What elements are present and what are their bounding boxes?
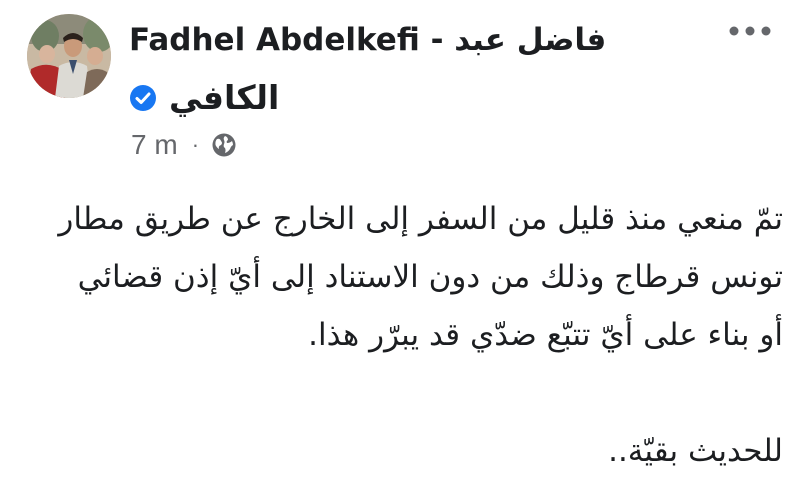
more-options-button[interactable] [722,18,778,44]
more-options-icon [729,26,771,36]
post-text-closing: للحديث بقيّة.. [608,433,783,469]
post-body: تمّ منعي منذ قليل من السفر إلى الخارج عن… [3,190,783,480]
author-name-continued[interactable]: الكافي [169,78,279,118]
post-meta: 7 m · [131,128,237,162]
post-timestamp[interactable]: 7 m [131,129,178,161]
post-text-line-3: أو بناء على أيّ تتبّع ضدّي قد يبرّر هذا. [308,317,783,353]
meta-separator: · [191,132,200,157]
author-avatar[interactable] [27,14,111,98]
post-text-line-1: تمّ منعي منذ قليل من السفر إلى الخارج عن… [58,201,783,237]
profile-photo-icon [27,14,111,98]
verified-badge-icon [130,85,156,111]
post-header: Fadhel Abdelkefi - فاضل عبد الكافي 7 m · [0,0,803,175]
author-name-line-2: الكافي [129,78,279,118]
author-name[interactable]: Fadhel Abdelkefi - فاضل عبد [129,20,649,61]
post-text-line-2: تونس قرطاج وذلك من دون الاستناد إلى أيّ … [77,259,783,295]
globe-icon[interactable] [211,132,237,158]
